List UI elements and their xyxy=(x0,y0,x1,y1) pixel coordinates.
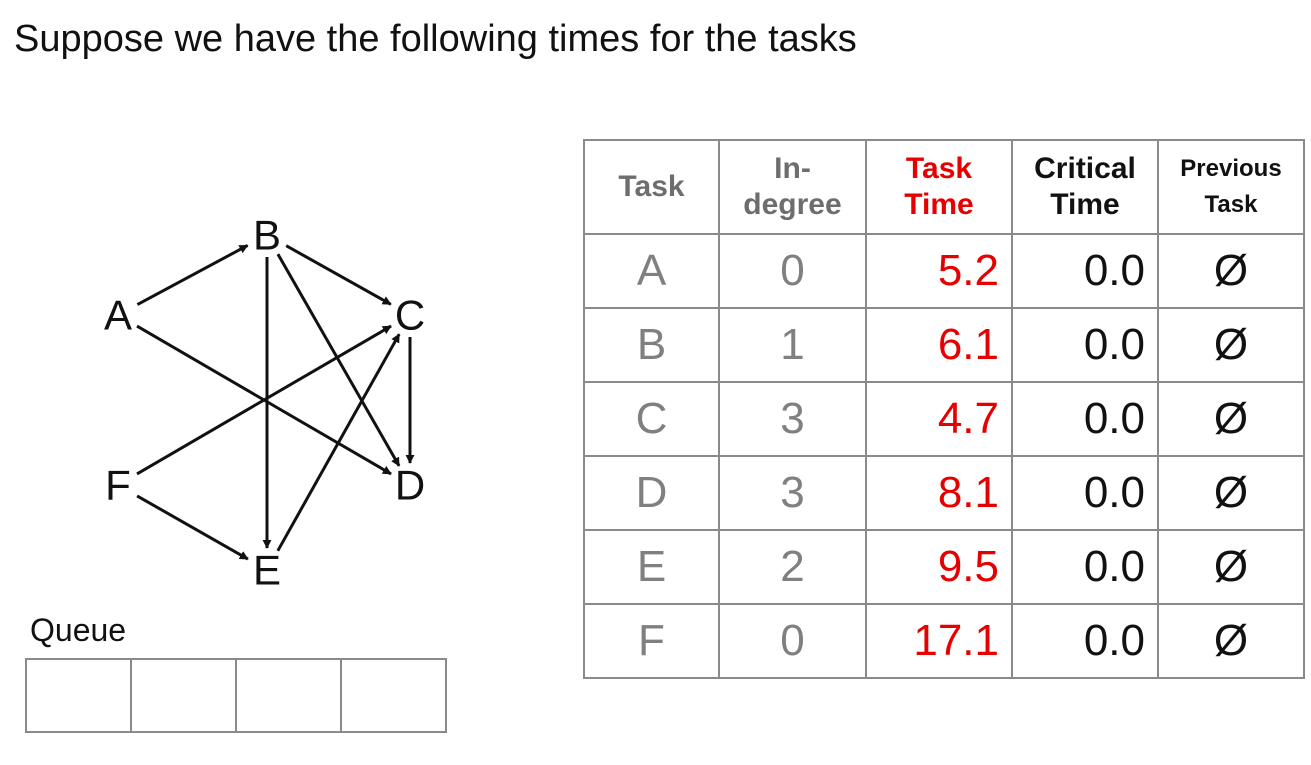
cell-indegree: 3 xyxy=(718,381,867,457)
cell-task: F xyxy=(583,603,720,679)
node-c: C xyxy=(395,292,425,339)
header-previous-task: Previous Task xyxy=(1157,139,1305,235)
cell-task: B xyxy=(583,307,720,383)
cell-indegree: 2 xyxy=(718,529,867,605)
cell-previous-task: Ø xyxy=(1157,307,1305,383)
cell-indegree: 0 xyxy=(718,233,867,309)
edge-e-c xyxy=(276,333,401,552)
edge-f-e xyxy=(136,494,249,561)
node-a: A xyxy=(104,292,132,339)
node-b: B xyxy=(253,212,281,259)
cell-task-time: 6.1 xyxy=(865,307,1013,383)
node-f: F xyxy=(105,462,131,509)
table-row: E 2 9.5 0.0 Ø xyxy=(583,529,1305,605)
cell-previous-task: Ø xyxy=(1157,381,1305,457)
header-task: Task xyxy=(583,139,720,235)
cell-task-time: 8.1 xyxy=(865,455,1013,531)
dependency-graph-svg: A B C D E F xyxy=(104,212,425,594)
cell-task: A xyxy=(583,233,720,309)
cell-indegree: 3 xyxy=(718,455,867,531)
cell-critical-time: 0.0 xyxy=(1011,307,1159,383)
header-task-time: Task Time xyxy=(865,139,1013,235)
table-row: B 1 6.1 0.0 Ø xyxy=(583,307,1305,383)
dependency-graph: A B C D E F xyxy=(90,200,450,600)
header-indegree: In-degree xyxy=(718,139,867,235)
queue-label: Queue xyxy=(30,612,127,648)
cell-critical-time: 0.0 xyxy=(1011,603,1159,679)
node-d: D xyxy=(395,462,425,509)
node-e: E xyxy=(253,547,281,594)
cell-critical-time: 0.0 xyxy=(1011,529,1159,605)
table-row: A 0 5.2 0.0 Ø xyxy=(583,233,1305,309)
graph-edges xyxy=(136,244,415,561)
graph-nodes: A B C D E F xyxy=(104,212,425,594)
table-row: C 3 4.7 0.0 Ø xyxy=(583,381,1305,457)
queue xyxy=(25,658,447,733)
cell-previous-task: Ø xyxy=(1157,529,1305,605)
header-critical-time: Critical Time xyxy=(1011,139,1159,235)
slide-title: Suppose we have the following times for … xyxy=(14,18,857,60)
cell-task-time: 5.2 xyxy=(865,233,1013,309)
cell-task-time: 4.7 xyxy=(865,381,1013,457)
cell-task-time: 17.1 xyxy=(865,603,1013,679)
cell-task-time: 9.5 xyxy=(865,529,1013,605)
table-row: F 0 17.1 0.0 Ø xyxy=(583,603,1305,679)
cell-indegree: 1 xyxy=(718,307,867,383)
edge-a-b xyxy=(136,244,249,306)
queue-slot xyxy=(132,660,237,731)
cell-indegree: 0 xyxy=(718,603,867,679)
cell-critical-time: 0.0 xyxy=(1011,233,1159,309)
cell-critical-time: 0.0 xyxy=(1011,455,1159,531)
cell-task: D xyxy=(583,455,720,531)
task-table: Task In-degree Task Time Critical Time Pre… xyxy=(583,139,1305,679)
cell-task: C xyxy=(583,381,720,457)
cell-previous-task: Ø xyxy=(1157,455,1305,531)
queue-slot xyxy=(237,660,342,731)
table-header-row: Task In-degree Task Time Critical Time Pre… xyxy=(583,139,1305,235)
cell-previous-task: Ø xyxy=(1157,233,1305,309)
cell-task: E xyxy=(583,529,720,605)
table-row: D 3 8.1 0.0 Ø xyxy=(583,455,1305,531)
cell-previous-task: Ø xyxy=(1157,603,1305,679)
edge-b-d xyxy=(276,253,401,467)
queue-slot xyxy=(27,660,132,731)
queue-slot xyxy=(342,660,447,731)
cell-critical-time: 0.0 xyxy=(1011,381,1159,457)
